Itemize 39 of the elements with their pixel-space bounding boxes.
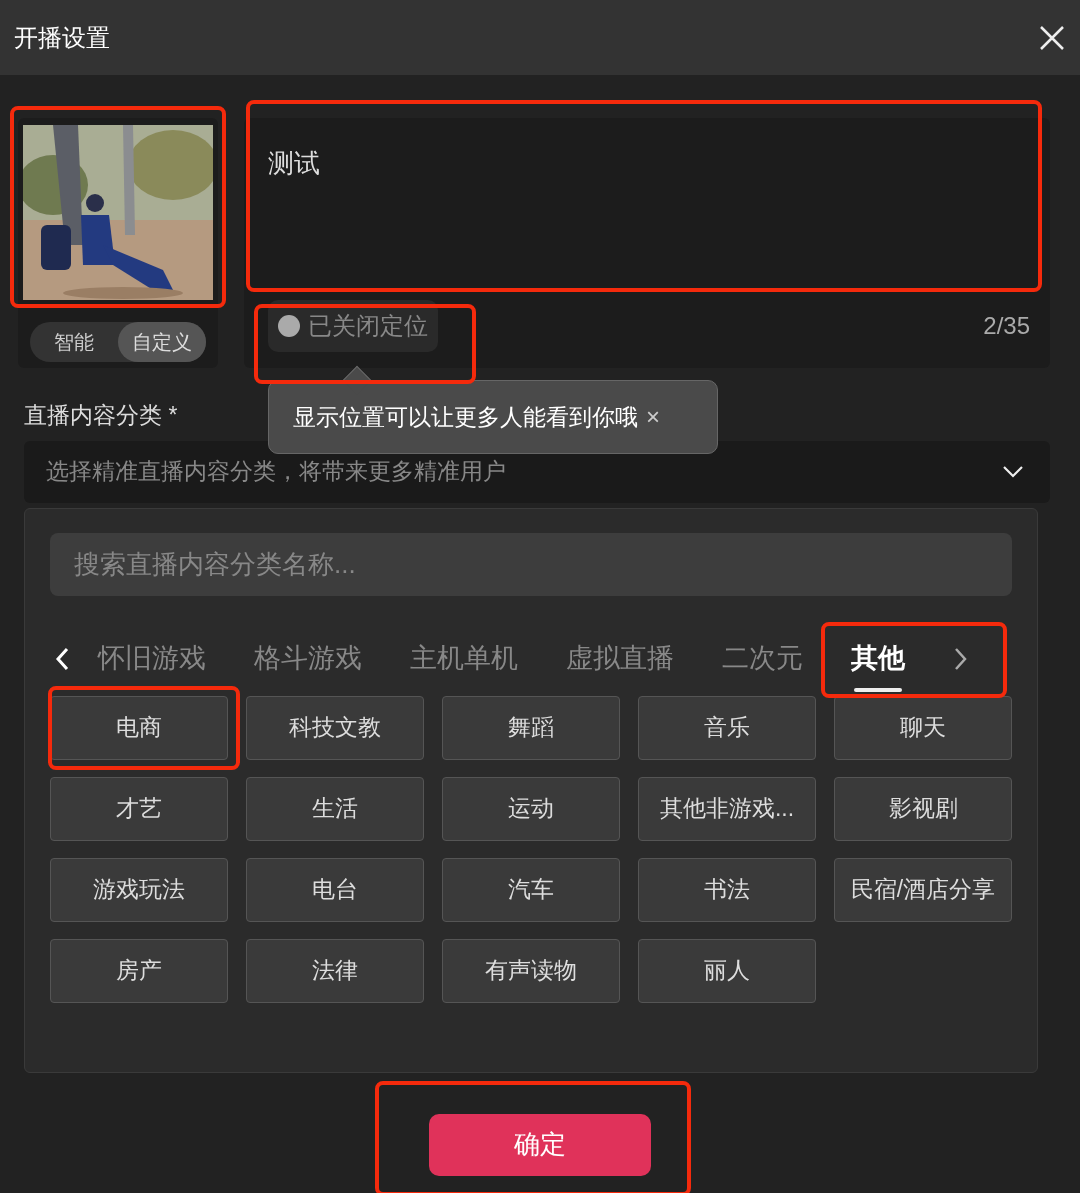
confirm-button[interactable]: 确定: [429, 1113, 651, 1176]
category-option[interactable]: 房产: [50, 938, 228, 1003]
category-select[interactable]: 选择精准直播内容分类，将带来更多精准用户: [24, 440, 1050, 503]
category-option[interactable]: 丽人: [638, 938, 816, 1003]
close-button[interactable]: ×: [646, 399, 660, 435]
category-tab[interactable]: 虚拟直播: [542, 623, 698, 694]
category-option[interactable]: 科技文教: [246, 695, 424, 760]
title-field[interactable]: 测试: [268, 144, 1030, 292]
close-icon[interactable]: [1038, 23, 1066, 52]
window-title: 开播设置: [14, 22, 110, 53]
category-option[interactable]: 书法: [638, 857, 816, 922]
category-option[interactable]: 才艺: [50, 776, 228, 841]
category-option[interactable]: 舞蹈: [442, 695, 620, 760]
location-toggle[interactable]: 已关闭定位: [268, 300, 438, 352]
category-option[interactable]: 运动: [442, 776, 620, 841]
category-option[interactable]: 电台: [246, 857, 424, 922]
category-option[interactable]: 音乐: [638, 695, 816, 760]
tooltip-text: 显示位置可以让更多人能看到你哦: [293, 402, 638, 432]
category-tab[interactable]: 其他: [827, 623, 929, 694]
category-option[interactable]: 聊天: [834, 695, 1012, 760]
category-option[interactable]: 有声读物: [442, 938, 620, 1003]
category-option[interactable]: 生活: [246, 776, 424, 841]
category-option[interactable]: 游戏玩法: [50, 857, 228, 922]
character-counter: 2/35: [983, 311, 1030, 341]
mode-tab[interactable]: 智能: [30, 322, 118, 362]
category-label: 直播内容分类 *: [24, 401, 178, 430]
chevron-down-icon: [1002, 464, 1024, 479]
category-option[interactable]: 影视剧: [834, 776, 1012, 841]
category-tab[interactable]: 怀旧游戏: [74, 623, 230, 694]
category-option[interactable]: 电商: [50, 695, 228, 760]
category-tab[interactable]: 格斗游戏: [230, 623, 386, 694]
category-option[interactable]: 法律: [246, 938, 424, 1003]
mode-tab[interactable]: 自定义: [118, 322, 206, 362]
category-option[interactable]: 民宿/酒店分享: [834, 857, 1012, 922]
category-tab[interactable]: 二次元: [698, 623, 827, 694]
category-tab[interactable]: 主机单机: [386, 623, 542, 694]
category-option[interactable]: 汽车: [442, 857, 620, 922]
category-option[interactable]: 其他非游戏...: [638, 776, 816, 841]
search-field[interactable]: 搜索直播内容分类名称...: [50, 532, 1012, 596]
